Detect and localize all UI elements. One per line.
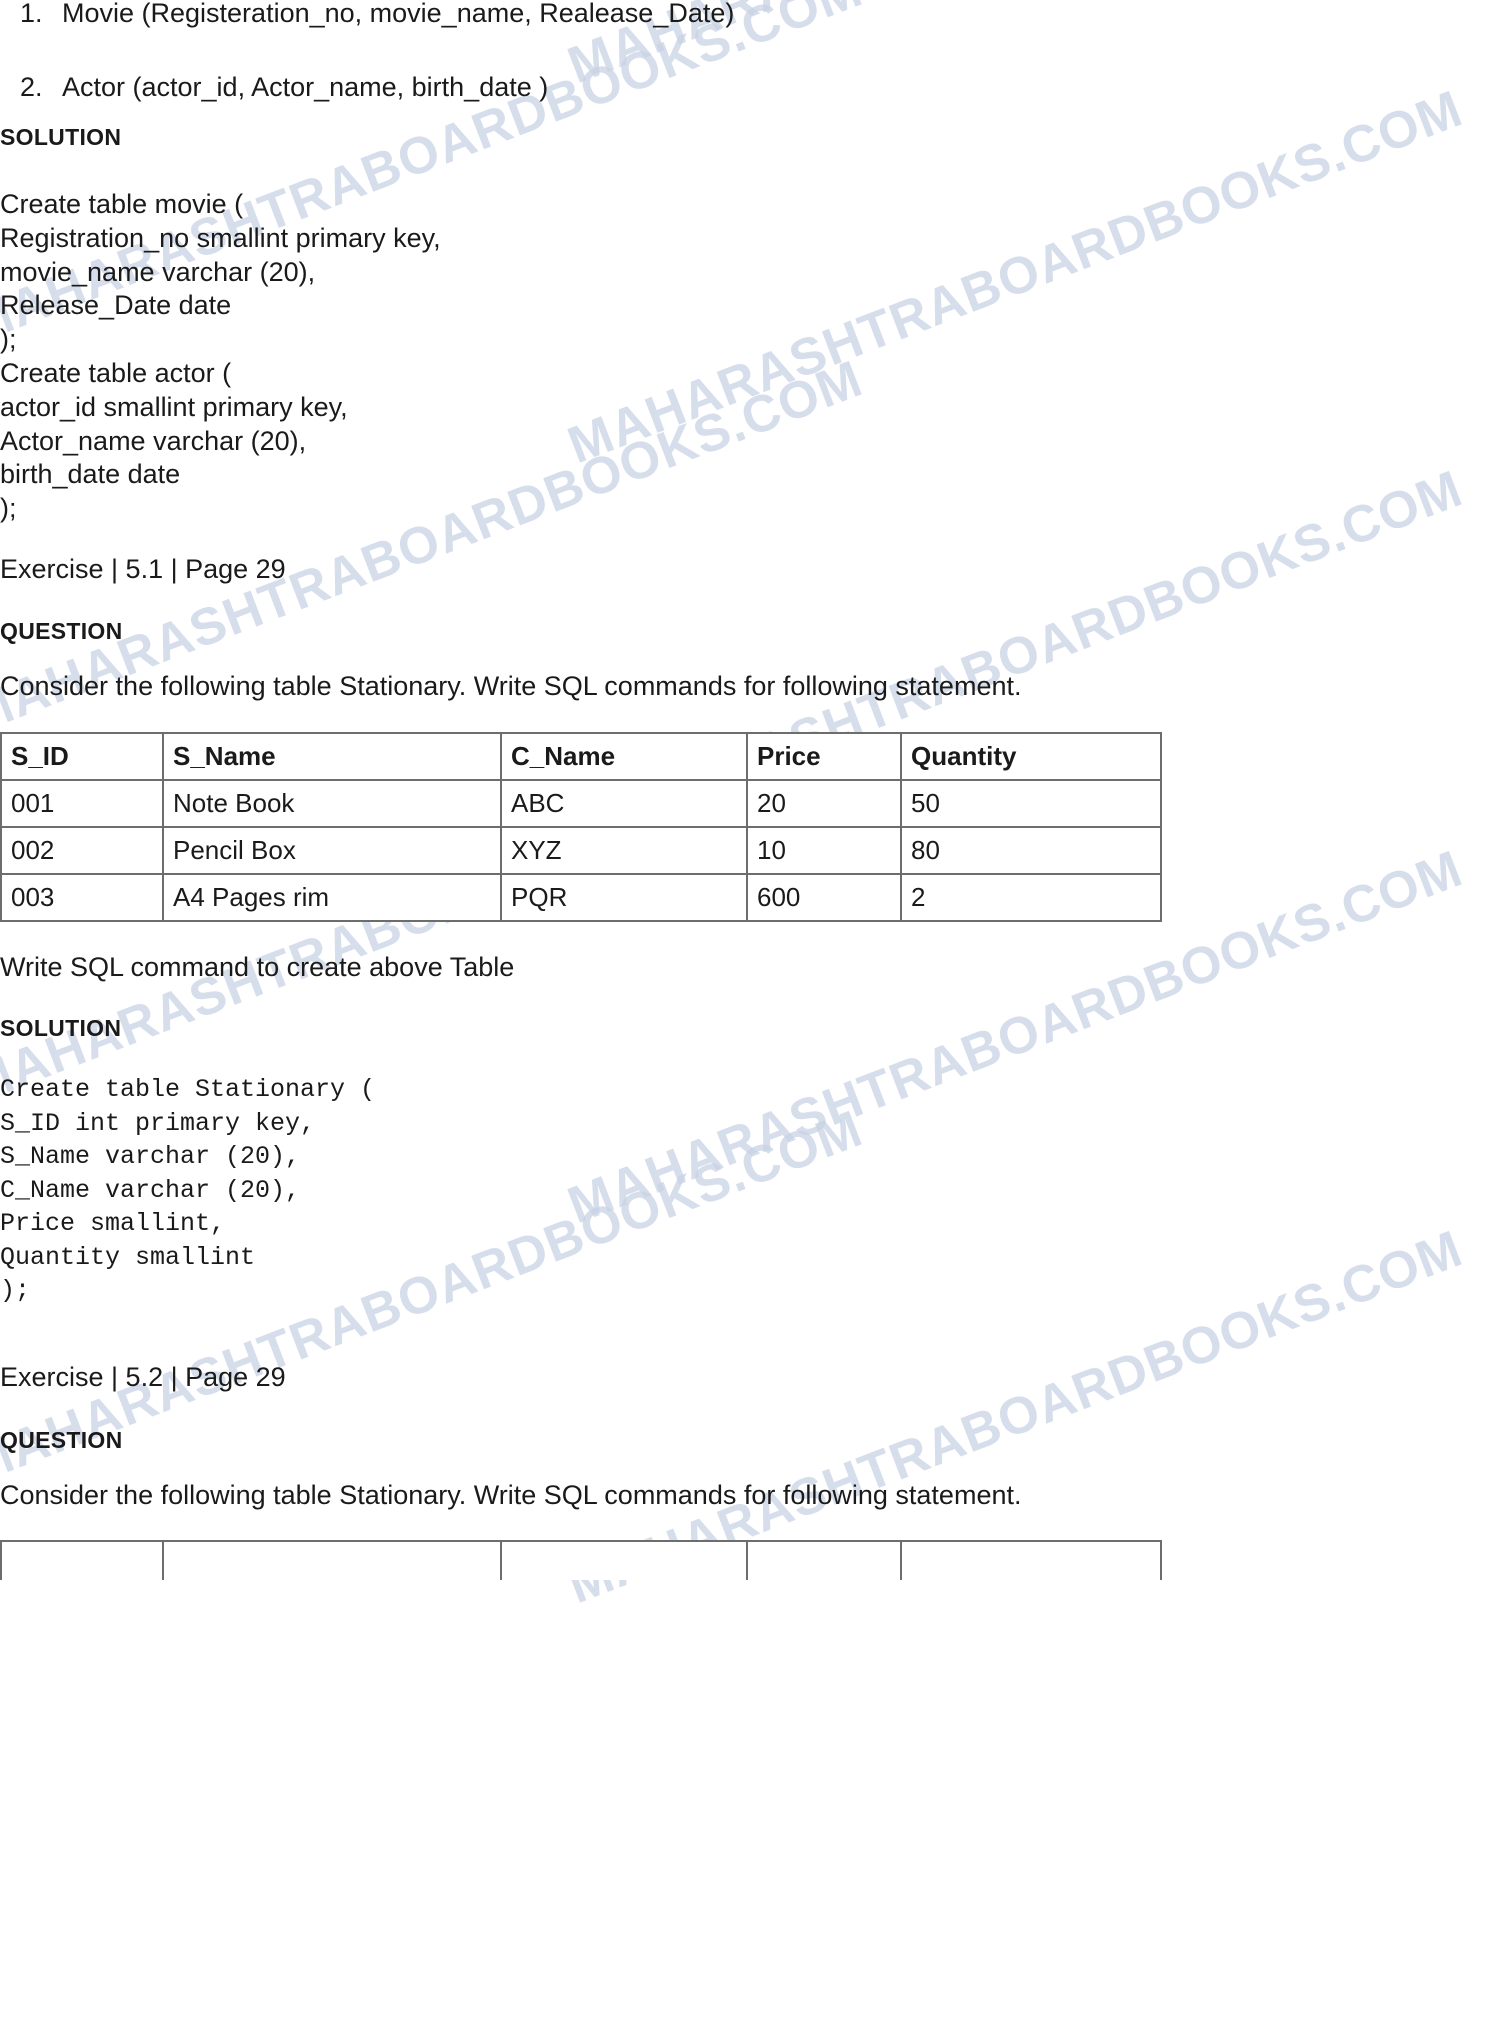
exercise-label-5-2: Exercise | 5.2 | Page 29 <box>0 1362 286 1392</box>
exercise-label-5-1: Exercise | 5.1 | Page 29 <box>0 554 286 584</box>
column-header-quantity: Quantity <box>900 732 1162 781</box>
cell-empty <box>746 1540 902 1580</box>
table-header-row: S_ID S_Name C_Name Price Quantity <box>0 732 1162 781</box>
cell-quantity: 80 <box>900 826 1162 875</box>
table-row: 001 Note Book ABC 20 50 <box>0 779 1162 828</box>
relation-list: 1. Movie (Registeration_no, movie_name, R… <box>0 0 1160 101</box>
list-item: 2. Actor (actor_id, Actor_name, birth_dat… <box>20 72 1160 102</box>
cell-s-id: 002 <box>0 826 164 875</box>
document-page: 1. Movie (Registeration_no, movie_name, R… <box>0 0 1506 2035</box>
column-header-s-id: S_ID <box>0 732 164 781</box>
cell-c-name: XYZ <box>500 826 748 875</box>
sql-code-block-stationary: Create table Stationary ( S_ID int prima… <box>0 1075 376 1305</box>
column-header-price: Price <box>746 732 902 781</box>
cell-s-id: 001 <box>0 779 164 828</box>
column-header-c-name: C_Name <box>500 732 748 781</box>
question-text-5-1: Consider the following table Stationary.… <box>0 671 1022 701</box>
cell-s-name: Pencil Box <box>162 826 502 875</box>
cell-empty <box>0 1540 164 1580</box>
question-heading-5-1: QUESTION <box>0 618 123 644</box>
stationary-table-wrapper: S_ID S_Name C_Name Price Quantity 001 No… <box>0 732 1162 922</box>
cell-price: 20 <box>746 779 902 828</box>
cell-s-name: A4 Pages rim <box>162 873 502 922</box>
cell-c-name: ABC <box>500 779 748 828</box>
list-item-number: 1. <box>20 0 43 28</box>
cell-price: 600 <box>746 873 902 922</box>
column-header-s-name: S_Name <box>162 732 502 781</box>
cell-s-id: 003 <box>0 873 164 922</box>
sql-code-block-movie-actor: Create table movie ( Registration_no sma… <box>0 189 441 524</box>
cell-quantity: 2 <box>900 873 1162 922</box>
cell-quantity: 50 <box>900 779 1162 828</box>
cell-s-name: Note Book <box>162 779 502 828</box>
relation-list-block: 1. Movie (Registeration_no, movie_name, R… <box>0 0 1160 148</box>
table-row: 002 Pencil Box XYZ 10 80 <box>0 826 1162 875</box>
table-row: 003 A4 Pages rim PQR 600 2 <box>0 873 1162 922</box>
question-heading-5-2: QUESTION <box>0 1427 123 1453</box>
cell-price: 10 <box>746 826 902 875</box>
stationary-table-2-wrapper <box>0 1540 1162 1580</box>
cell-empty <box>500 1540 748 1580</box>
stationary-table: S_ID S_Name C_Name Price Quantity 001 No… <box>0 732 1162 922</box>
list-item-text: Actor (actor_id, Actor_name, birth_date … <box>62 72 549 102</box>
cell-empty <box>900 1540 1162 1580</box>
list-item-number: 2. <box>20 72 43 102</box>
solution-heading-1: SOLUTION <box>0 124 122 150</box>
cell-c-name: PQR <box>500 873 748 922</box>
list-item-text: Movie (Registeration_no, movie_name, Rea… <box>62 0 735 28</box>
stationary-table-2 <box>0 1540 1162 1580</box>
question-text-5-2: Consider the following table Stationary.… <box>0 1480 1022 1510</box>
list-item: 1. Movie (Registeration_no, movie_name, R… <box>20 0 1160 28</box>
solution-heading-2: SOLUTION <box>0 1015 122 1041</box>
cell-empty <box>162 1540 502 1580</box>
table-row <box>0 1540 1162 1580</box>
instruction-text-5-1: Write SQL command to create above Table <box>0 952 515 982</box>
